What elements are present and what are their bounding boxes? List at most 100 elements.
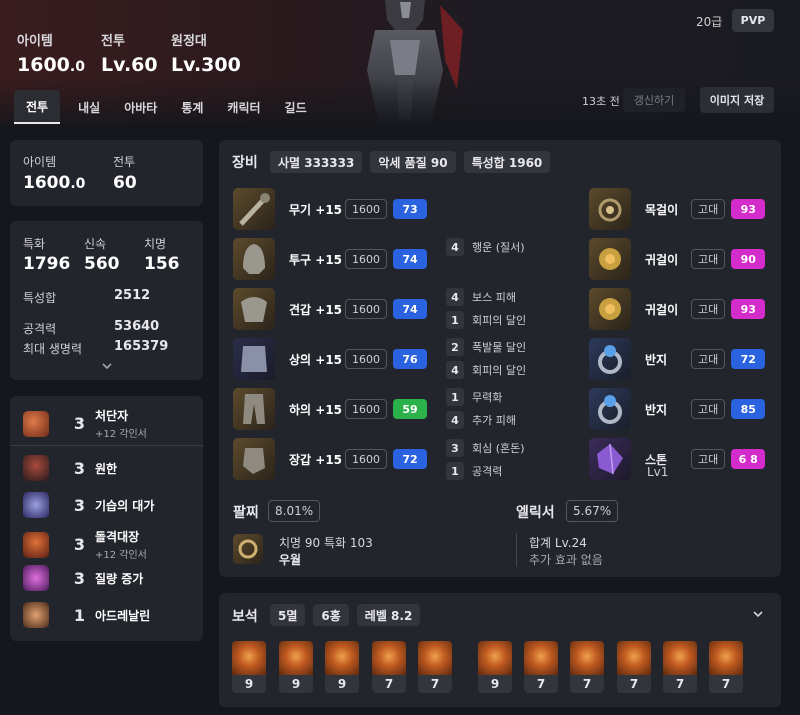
summary-panel: 아이템 1600.0 전투 60 xyxy=(10,140,203,206)
engravings-panel: 3 처단자 +12 각인서 3 원한 3 기습의 대가 3 돌격대장 +12 각… xyxy=(10,396,203,641)
elixir-extra: 추가 효과 없음 xyxy=(529,553,603,567)
accessory-row-ring[interactable]: 반지 고대 72 xyxy=(589,338,766,380)
summary-item-level: 아이템 1600.0 xyxy=(23,155,86,193)
engraving-row[interactable]: 3 원한 xyxy=(23,455,117,481)
gem-item[interactable]: 9 xyxy=(279,641,313,693)
gem-item[interactable]: 7 xyxy=(418,641,452,693)
elixir-title: 엘릭서 xyxy=(516,505,555,521)
gem-level: 9 xyxy=(232,675,266,693)
bracelet-percent: 8.01% xyxy=(268,500,321,522)
gem-item[interactable]: 7 xyxy=(372,641,406,693)
gem-level: 7 xyxy=(617,675,651,693)
tab-inner[interactable]: 내실 xyxy=(66,90,112,124)
grudge-icon xyxy=(23,455,49,481)
accessory-row-stone[interactable]: 스톤 고대 6 8 xyxy=(589,438,766,480)
accessory-row-necklace[interactable]: 목걸이 고대 93 xyxy=(589,188,766,230)
gear-row-helmet[interactable]: 투구 +15 1600 74 xyxy=(233,238,427,280)
gem-item[interactable]: 7 xyxy=(663,641,697,693)
tab-guild[interactable]: 길드 xyxy=(273,90,319,124)
earring-icon xyxy=(589,288,631,330)
equipment-title: 장비 xyxy=(232,155,258,171)
effect-row: 3 회심 (혼돈) xyxy=(446,439,525,457)
gem-item[interactable]: 7 xyxy=(570,641,604,693)
save-image-button[interactable]: 이미지 저장 xyxy=(700,87,774,113)
tab-avatar[interactable]: 아바타 xyxy=(112,90,169,124)
effect-row: 1 무력화 xyxy=(446,388,502,406)
gear-row-gloves[interactable]: 장갑 +15 1600 72 xyxy=(233,438,427,480)
refresh-button[interactable]: 갱신하기 xyxy=(623,88,685,112)
gem-level: 9 xyxy=(325,675,359,693)
effect-row: 4 회피의 달인 xyxy=(446,361,526,379)
header-roster-level: 원정대 Lv.300 xyxy=(171,34,241,76)
gem-icon xyxy=(524,641,558,675)
stat-specialization: 특화 1796 xyxy=(23,237,71,274)
gear-row-shoulder[interactable]: 견갑 +15 1600 74 xyxy=(233,288,427,330)
gem-item[interactable]: 9 xyxy=(478,641,512,693)
engraving-row[interactable]: 3 기습의 대가 xyxy=(23,492,154,518)
accessory-row-earring[interactable]: 귀걸이 고대 90 xyxy=(589,238,766,280)
gem-chip-cooldown: 6홍 xyxy=(313,604,349,626)
tab-stats[interactable]: 통계 xyxy=(169,90,215,124)
tab-characters[interactable]: 캐릭터 xyxy=(215,90,272,124)
bracelet-icon[interactable] xyxy=(233,534,263,564)
effect-row: 2 폭발물 달인 xyxy=(446,338,526,356)
gem-icon xyxy=(372,641,406,675)
bracelet-title: 팔찌 xyxy=(233,505,259,521)
gem-level: 7 xyxy=(418,675,452,693)
weapon-icon xyxy=(233,188,275,230)
elixir-percent: 5.67% xyxy=(566,500,619,522)
adrenaline-icon xyxy=(23,602,49,628)
accessory-row-ring[interactable]: 반지 고대 85 xyxy=(589,388,766,430)
gem-item[interactable]: 7 xyxy=(709,641,743,693)
gear-row-pants[interactable]: 하의 +15 1600 59 xyxy=(233,388,427,430)
gear-row-chest[interactable]: 상의 +15 1600 76 xyxy=(233,338,427,380)
gem-icon xyxy=(570,641,604,675)
gem-level: 9 xyxy=(279,675,313,693)
shoulder-icon xyxy=(233,288,275,330)
gem-icon xyxy=(663,641,697,675)
attack-label: 공격력 xyxy=(23,322,57,336)
accessory-quality-chip: 악세 품질 90 xyxy=(370,151,456,173)
divider xyxy=(516,533,517,567)
main-tabs: 전투 내실 아바타 통계 캐릭터 길드 xyxy=(14,90,319,124)
effect-row: 1 회피의 달인 xyxy=(446,311,526,329)
stat-sum-value: 2512 xyxy=(114,288,151,303)
stats-panel: 특화 1796 신속 560 치명 156 특성합 2512 공격력 53640… xyxy=(10,221,203,380)
gem-icon xyxy=(279,641,313,675)
gem-item[interactable]: 7 xyxy=(524,641,558,693)
executioner-icon xyxy=(23,410,49,437)
gem-item[interactable]: 9 xyxy=(325,641,359,693)
gem-chip-level: 레벨 8.2 xyxy=(356,604,421,626)
gem-chip-damage: 5멸 xyxy=(270,604,306,626)
engraving-row[interactable]: 3 돌격대장 +12 각인서 xyxy=(23,528,147,561)
necklace-icon xyxy=(589,188,631,230)
gem-item[interactable]: 7 xyxy=(617,641,651,693)
gloves-icon xyxy=(233,438,275,480)
accessory-row-earring[interactable]: 귀걸이 고대 93 xyxy=(589,288,766,330)
bracelet-stats: 치명 90 특화 103 xyxy=(279,536,373,550)
stat-crit: 치명 156 xyxy=(144,237,180,274)
gear-row-weapon[interactable]: 무기 +15 1600 73 xyxy=(233,188,427,230)
gem-level: 9 xyxy=(478,675,512,693)
chevron-down-icon[interactable] xyxy=(752,610,764,618)
gem-icon xyxy=(709,641,743,675)
gem-level: 7 xyxy=(570,675,604,693)
raid-captain-icon xyxy=(23,531,49,558)
gem-icon xyxy=(478,641,512,675)
tab-combat[interactable]: 전투 xyxy=(14,90,61,124)
stat-sum-label: 특성합 xyxy=(23,291,57,305)
gem-level: 7 xyxy=(372,675,406,693)
stat-sum-chip: 특성합 1960 xyxy=(463,151,551,173)
engraving-row[interactable]: 3 질량 증가 xyxy=(23,565,143,591)
stat-swiftness: 신속 560 xyxy=(84,237,120,274)
engraving-row[interactable]: 3 처단자 +12 각인서 xyxy=(23,407,147,440)
stone-level: Lv1 xyxy=(647,465,669,479)
gem-icon xyxy=(418,641,452,675)
summary-combat-level: 전투 60 xyxy=(113,155,137,193)
attack-value: 53640 xyxy=(114,319,160,334)
hp-value: 165379 xyxy=(114,339,169,354)
engraving-row[interactable]: 1 아드레날린 xyxy=(23,602,150,628)
pvp-button[interactable]: PVP xyxy=(732,9,774,32)
gem-item[interactable]: 9 xyxy=(232,641,266,693)
chevron-down-icon[interactable] xyxy=(101,362,113,370)
